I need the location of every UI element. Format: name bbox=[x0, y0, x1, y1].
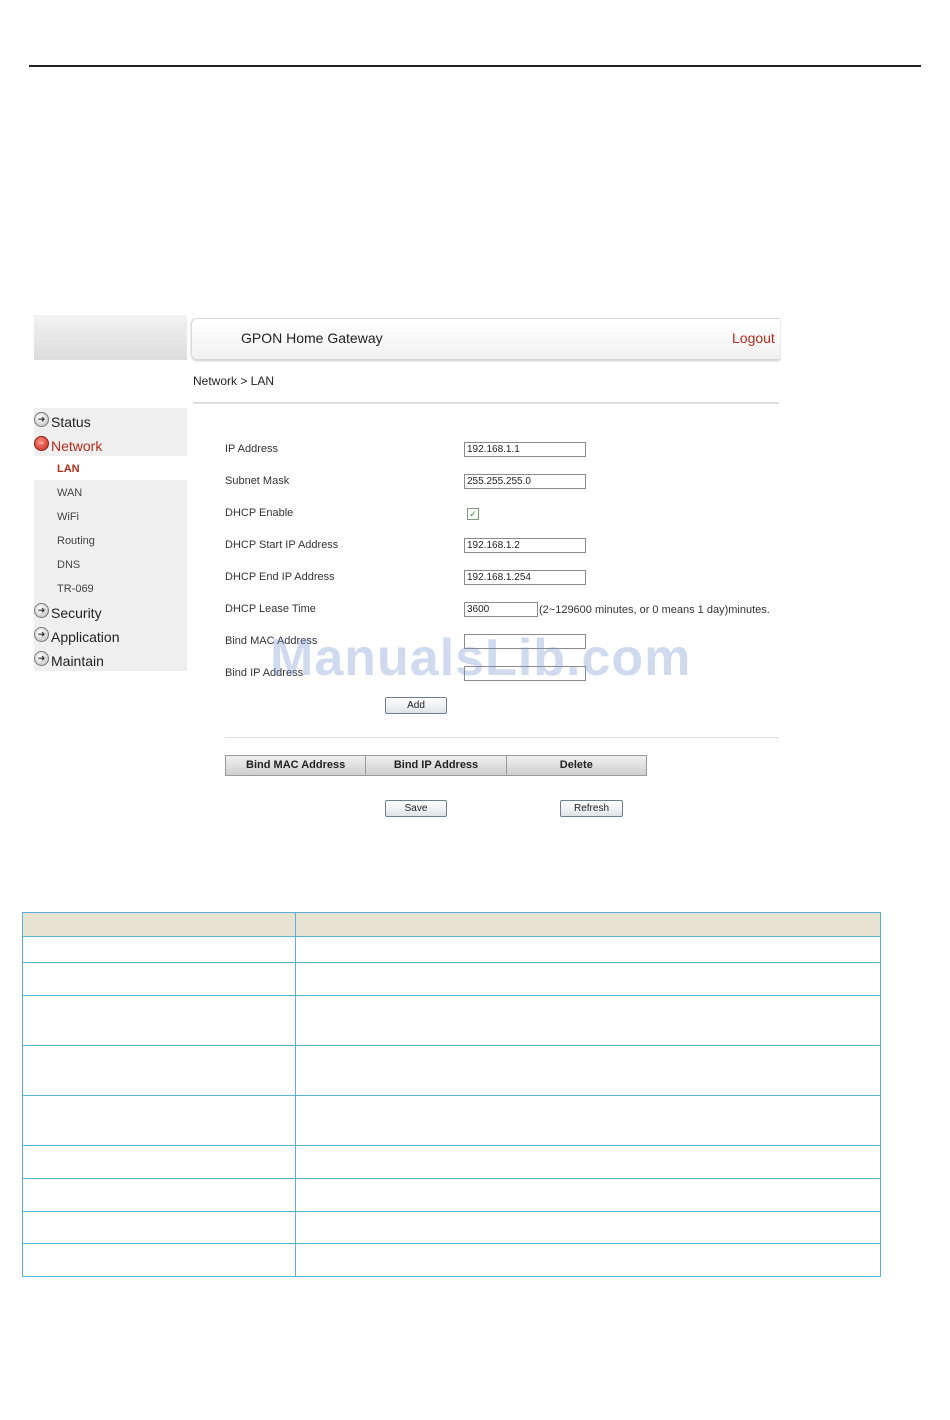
sidebar-item-label: Security bbox=[51, 605, 102, 621]
subnet-mask-input[interactable] bbox=[464, 474, 586, 489]
sidebar-subitem-routing[interactable]: Routing bbox=[57, 535, 95, 547]
breadcrumb-divider bbox=[193, 402, 779, 404]
dhcp-enable-checkbox[interactable]: ✓ bbox=[467, 508, 479, 520]
table-row bbox=[22, 1178, 881, 1212]
add-button[interactable]: Add bbox=[385, 697, 447, 714]
parameter-table bbox=[22, 912, 881, 1277]
lease-time-label: DHCP Lease Time bbox=[225, 603, 316, 615]
expanded-icon: − bbox=[34, 435, 49, 451]
bind-table-col-mac: Bind MAC Address bbox=[226, 756, 367, 775]
logout-link[interactable]: Logout bbox=[732, 330, 775, 346]
sidebar-subitem-tr069[interactable]: TR-069 bbox=[57, 583, 94, 595]
page-top-rule bbox=[29, 65, 921, 67]
sidebar-subitem-dns[interactable]: DNS bbox=[57, 559, 80, 571]
table-row bbox=[22, 1145, 881, 1179]
refresh-button[interactable]: Refresh bbox=[560, 800, 623, 817]
lease-time-hint: (2~129600 minutes, or 0 means 1 day)minu… bbox=[539, 604, 770, 616]
table-row bbox=[22, 962, 881, 996]
arrow-right-icon: ➜ bbox=[34, 626, 49, 642]
page-title: GPON Home Gateway bbox=[241, 330, 383, 346]
sidebar-item-status[interactable]: ➜ Status bbox=[34, 411, 91, 433]
sidebar-subitem-wifi[interactable]: WiFi bbox=[57, 511, 79, 523]
table-row bbox=[22, 1243, 881, 1277]
dhcp-start-label: DHCP Start IP Address bbox=[225, 539, 339, 551]
sidebar-item-label: Maintain bbox=[51, 653, 104, 669]
ip-address-label: IP Address bbox=[225, 443, 278, 455]
arrow-right-icon: ➜ bbox=[34, 650, 49, 666]
subnet-mask-label: Subnet Mask bbox=[225, 475, 290, 487]
arrow-right-icon: ➜ bbox=[34, 602, 49, 618]
sidebar-subitem-lan[interactable]: LAN bbox=[57, 463, 80, 475]
dhcp-end-input[interactable] bbox=[464, 570, 586, 585]
sidebar-item-application[interactable]: ➜ Application bbox=[34, 626, 120, 648]
watermark: ManualsLib.com bbox=[270, 629, 692, 687]
arrow-right-icon: ➜ bbox=[34, 411, 49, 427]
sidebar-item-label: Status bbox=[51, 414, 91, 430]
bind-table-col-delete: Delete bbox=[559, 759, 593, 771]
dhcp-enable-label: DHCP Enable bbox=[225, 507, 294, 519]
table-header-row bbox=[22, 912, 881, 937]
sidebar-subitem-wan[interactable]: WAN bbox=[57, 487, 82, 499]
form-divider bbox=[225, 737, 779, 738]
table-row bbox=[22, 936, 881, 963]
sidebar-item-maintain[interactable]: ➜ Maintain bbox=[34, 650, 104, 672]
dhcp-start-input[interactable] bbox=[464, 538, 586, 553]
table-row bbox=[22, 1211, 881, 1244]
sidebar-item-label: Network bbox=[51, 438, 103, 454]
breadcrumb: Network > LAN bbox=[193, 374, 275, 388]
dhcp-end-label: DHCP End IP Address bbox=[225, 571, 335, 583]
sidebar-item-network[interactable]: − Network bbox=[34, 435, 102, 457]
ip-address-input[interactable] bbox=[464, 442, 586, 457]
table-row bbox=[22, 1095, 881, 1146]
bind-table-header: Bind MAC Address Bind IP Address Delete bbox=[225, 755, 647, 776]
table-row bbox=[22, 1045, 881, 1096]
save-button[interactable]: Save bbox=[385, 800, 447, 817]
bind-table-col-ip: Bind IP Address bbox=[366, 756, 507, 775]
lease-time-input[interactable] bbox=[464, 602, 538, 617]
sidebar-item-label: Application bbox=[51, 629, 120, 645]
sidebar-item-security[interactable]: ➜ Security bbox=[34, 602, 102, 624]
table-row bbox=[22, 995, 881, 1046]
nav-logo-area bbox=[34, 315, 187, 360]
